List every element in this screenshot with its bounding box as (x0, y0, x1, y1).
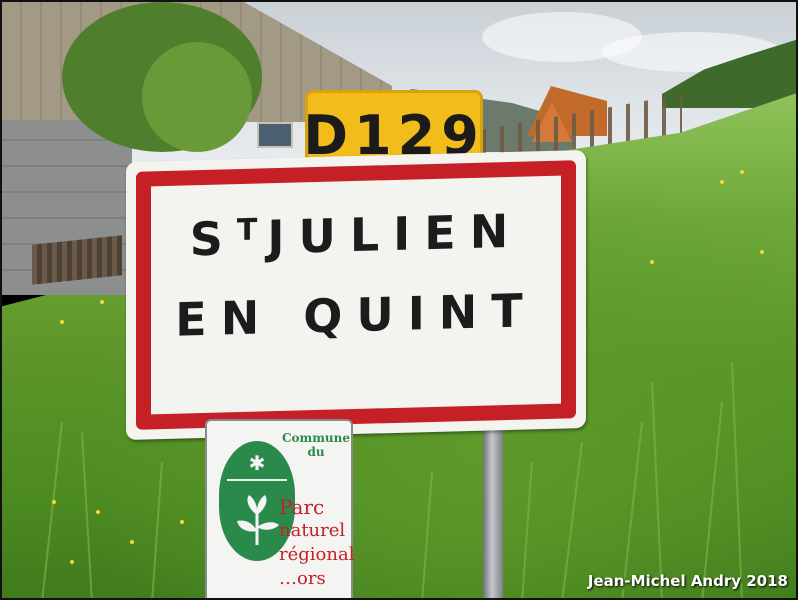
photo-credit: Jean-Michel Andry 2018 (587, 572, 788, 590)
park-word-naturel: naturel (279, 520, 346, 541)
building-window (257, 122, 293, 148)
town-name-saint-superscript: T (236, 212, 258, 249)
commune-du: du (307, 445, 325, 459)
town-entry-sign: ST JULIEN EN QUINT (126, 149, 586, 441)
town-name-julien: JULIEN (267, 203, 523, 265)
park-word-parc: Parc (279, 495, 325, 519)
natural-park-sign: ✱ Commune du Parc naturel régional …ors (205, 419, 355, 598)
commune-label: Commune du (279, 431, 353, 459)
town-name-saint: S (189, 211, 237, 267)
commune-word: Commune (281, 431, 351, 445)
park-name: Parc naturel régional …ors (279, 495, 355, 591)
flower-icon: ✱ (248, 451, 266, 475)
park-word-partial: …ors (279, 568, 326, 589)
bird-plant-icon (237, 495, 279, 545)
park-word-regional: régional (279, 544, 355, 565)
logo-divider (227, 479, 287, 481)
tree (142, 42, 252, 152)
photo-scene: D129 ST JULIEN EN QUINT ✱ Commune du Parc (0, 0, 798, 600)
